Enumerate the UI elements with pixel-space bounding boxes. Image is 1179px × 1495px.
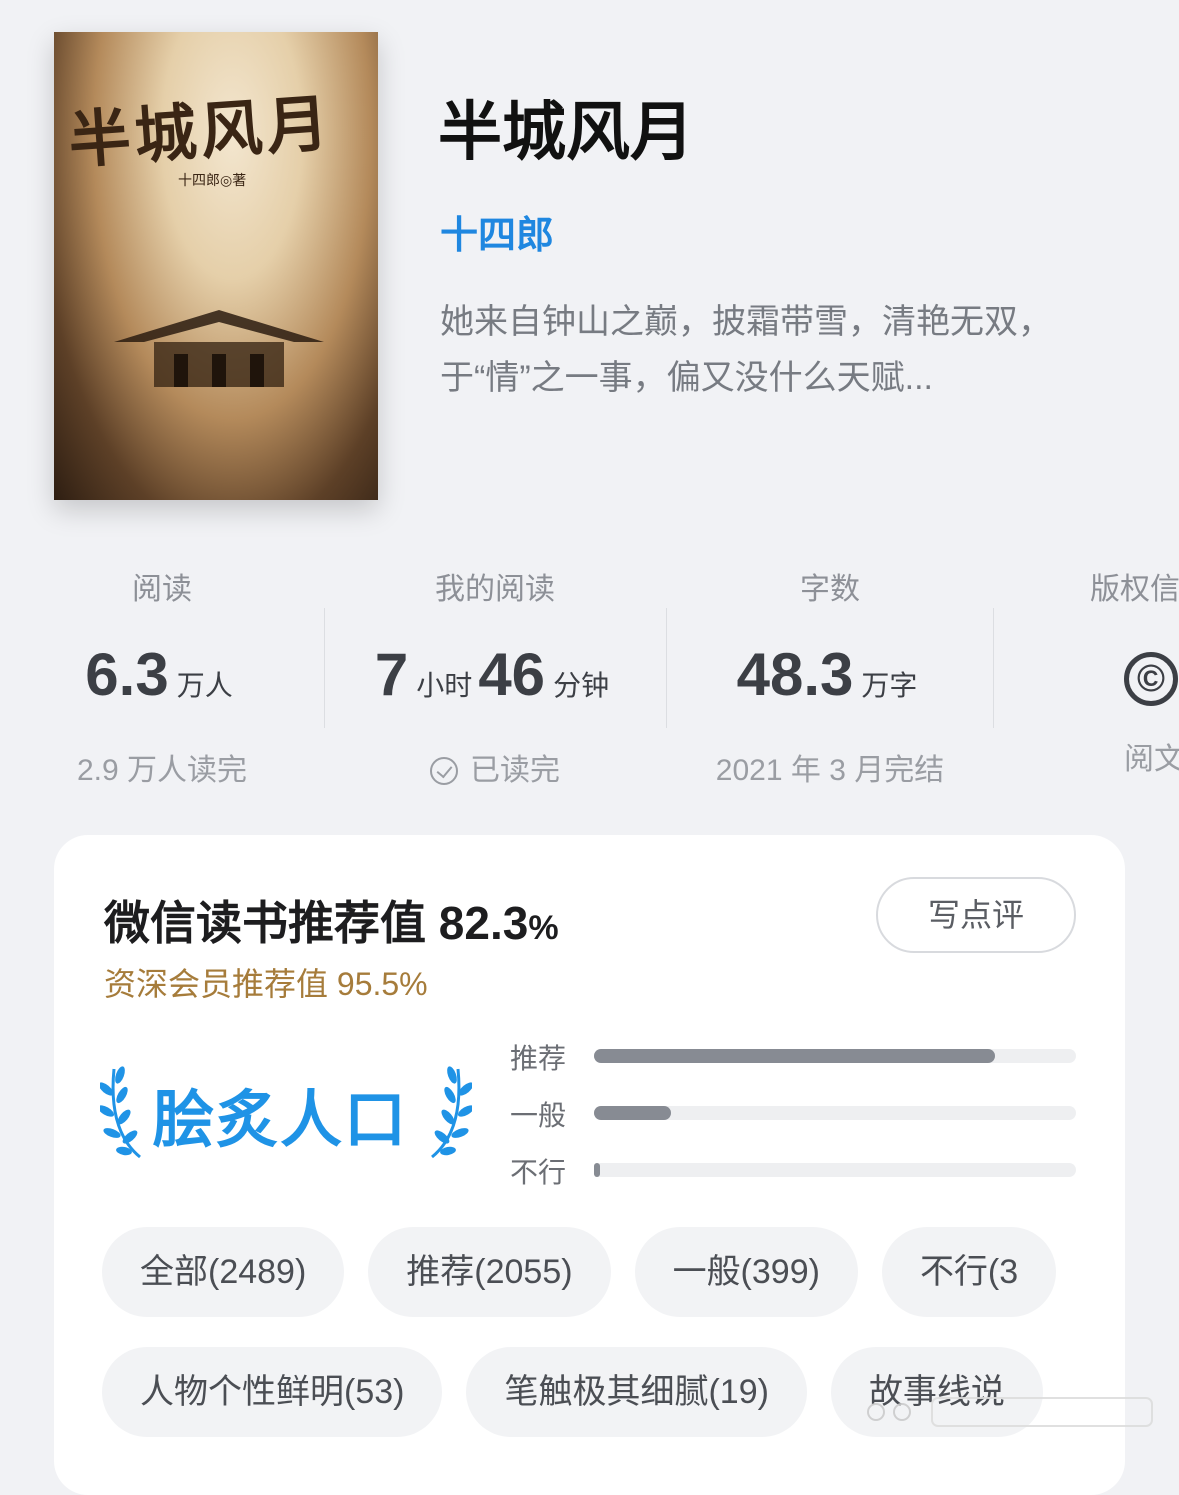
stat-copyright[interactable]: 版权信 © 阅文 — [1090, 560, 1179, 790]
rating-bar-label: 不行 — [510, 1157, 567, 1188]
stat-divider — [324, 608, 325, 728]
vip-recommend-score: 资深会员推荐值 95.5% — [104, 966, 428, 1002]
rating-distribution: 推荐 一般 不行 — [510, 1031, 1076, 1202]
book-cover[interactable]: 半城风月 十四郎◎著 — [54, 32, 378, 500]
copyright-icon: © — [1124, 652, 1178, 707]
stat-label: 阅读 — [132, 573, 192, 606]
stat-label: 字数 — [800, 573, 860, 606]
laurel-right-icon — [431, 1066, 472, 1159]
book-author-link[interactable]: 十四郎 — [440, 214, 554, 256]
review-filter-chips: 全部(2489) 推荐(2055) 一般(399) 不行(3 人物个性鲜明(53) 笔触… — [102, 1227, 1074, 1487]
check-circle-icon — [430, 757, 458, 785]
rating-bar-fill — [594, 1163, 600, 1177]
badge-text: 脍炙人口 — [152, 1083, 409, 1156]
cover-pavilion-illustration — [114, 310, 324, 387]
chip-tag[interactable]: 笔触极其细腻(19) — [466, 1347, 807, 1437]
laurel-left-icon — [100, 1066, 141, 1159]
stat-value: 48.3 万字 — [736, 641, 918, 708]
rating-bar-track — [594, 1163, 1076, 1177]
stat-value: 6.3 万人 — [85, 641, 233, 708]
stat-sub: 2021 年 3 月完结 — [715, 754, 945, 787]
stat-sub: 已读完 — [350, 741, 640, 801]
rating-bar-label: 一般 — [510, 1100, 567, 1131]
stat-word-count[interactable]: 字数 48.3 万字 2021 年 3 月完结 — [700, 560, 960, 801]
stat-divider — [993, 608, 994, 728]
cover-title-art: 半城风月 — [66, 86, 335, 178]
stat-divider — [666, 608, 667, 728]
stat-label: 版权信 — [1090, 573, 1179, 606]
recommend-score-title: 微信读书推荐值 82.3% — [104, 897, 559, 949]
stat-my-reading[interactable]: 我的阅读 7 小时 46 分钟 已读完 — [350, 560, 640, 801]
chip-all[interactable]: 全部(2489) — [102, 1227, 345, 1317]
chip-recommend[interactable]: 推荐(2055) — [368, 1227, 611, 1317]
book-stats: 阅读 6.3 万人 2.9 万人读完 我的阅读 7 小时 46 分钟 已读完 字数 48… — [0, 560, 1179, 787]
stat-sub: 阅文 — [1124, 743, 1179, 776]
book-intro[interactable]: 她来自钟山之巅，披霜带雪，清艳无双，于“情”之一事，偏又没什么天赋... — [440, 294, 1120, 406]
weibo-watermark — [867, 1397, 1153, 1427]
rating-bar-row: 一般 — [510, 1088, 1076, 1145]
chip-bad[interactable]: 不行(3 — [881, 1227, 1057, 1317]
reputation-badge: 脍炙人口 — [100, 1061, 472, 1161]
chip-tag[interactable]: 人物个性鲜明(53) — [102, 1347, 443, 1437]
rating-bar-track — [594, 1106, 1076, 1120]
stat-value: © — [1090, 620, 1179, 730]
chip-average[interactable]: 一般(399) — [634, 1227, 858, 1317]
stat-sub: 2.9 万人读完 — [76, 754, 248, 787]
rating-bar-label: 推荐 — [510, 1043, 567, 1074]
write-review-button[interactable]: 写点评 — [876, 877, 1076, 953]
rating-bar-fill — [594, 1106, 672, 1120]
stat-label: 我的阅读 — [435, 573, 555, 606]
rating-bar-row: 推荐 — [510, 1031, 1076, 1088]
book-title: 半城风月 — [438, 95, 694, 170]
rating-bar-track — [594, 1049, 1076, 1063]
stat-value: 7 小时 46 分钟 — [374, 641, 610, 708]
rating-bar-fill — [594, 1049, 996, 1063]
stat-readers[interactable]: 阅读 6.3 万人 2.9 万人读完 — [60, 560, 264, 801]
rating-bar-row: 不行 — [510, 1145, 1076, 1202]
cover-author-line: 十四郎◎著 — [178, 172, 247, 188]
chip-row-filters: 全部(2489) 推荐(2055) 一般(399) 不行(3 — [102, 1227, 1074, 1317]
